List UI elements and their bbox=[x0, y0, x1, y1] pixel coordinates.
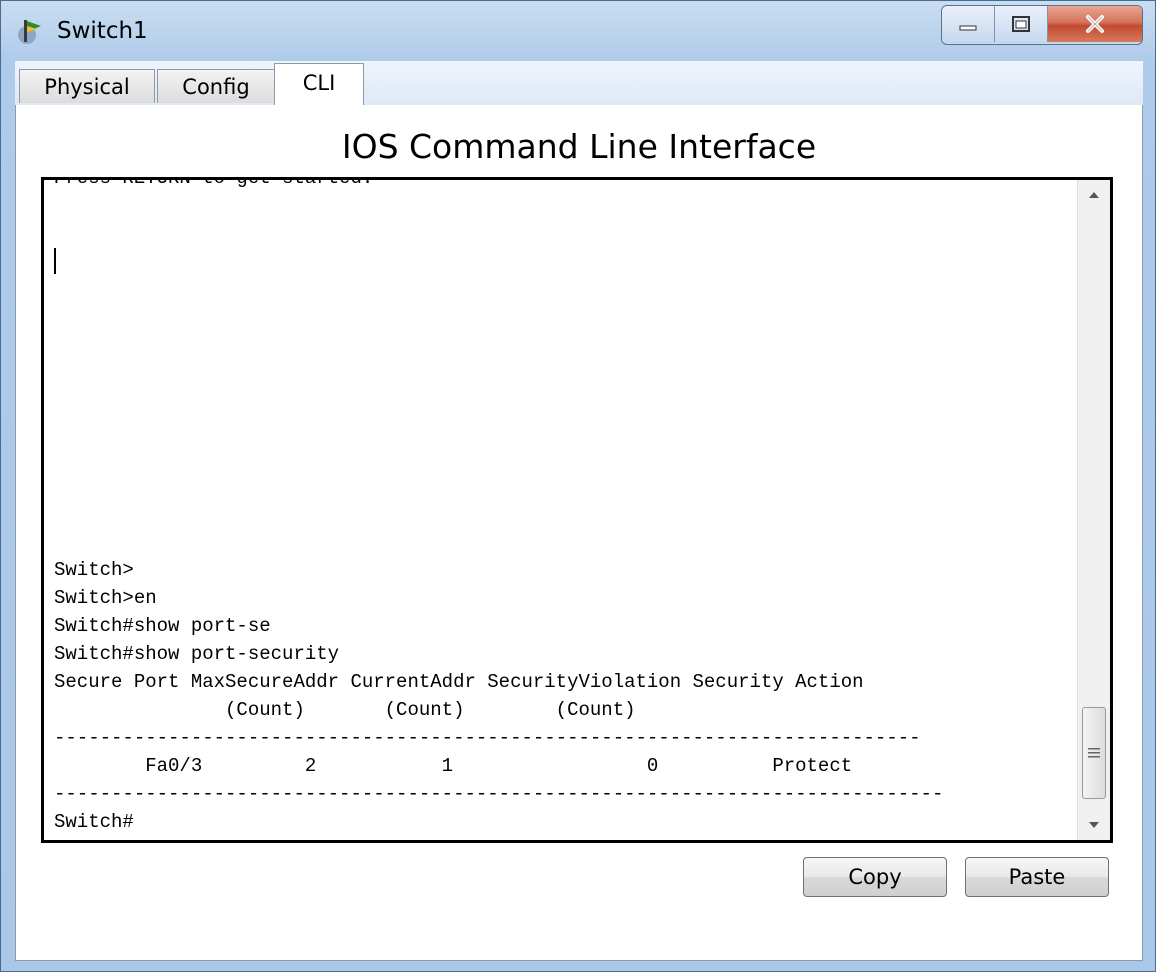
tab-physical[interactable]: Physical bbox=[19, 69, 155, 103]
close-button[interactable] bbox=[1048, 6, 1142, 42]
window-frame: Switch1 Physical Config CLI IOS Command … bbox=[0, 0, 1156, 972]
minimize-icon bbox=[959, 25, 977, 31]
window-controls bbox=[941, 5, 1143, 45]
terminal-line: Switch#show port-security bbox=[54, 643, 340, 665]
tab-bar: Physical Config CLI bbox=[15, 61, 1143, 105]
text-cursor bbox=[54, 248, 56, 274]
cli-terminal[interactable]: Press RETURN to get started. Switch> Switc… bbox=[41, 177, 1113, 843]
terminal-line: Secure Port MaxSecureAddr CurrentAddr Se… bbox=[54, 671, 864, 693]
paste-button[interactable]: Paste bbox=[965, 857, 1109, 897]
scrollbar-thumb[interactable] bbox=[1082, 707, 1106, 799]
switch-app-icon bbox=[18, 20, 41, 44]
cli-heading: IOS Command Line Interface bbox=[341, 127, 817, 166]
minimize-button[interactable] bbox=[942, 6, 995, 42]
close-icon bbox=[1086, 15, 1104, 33]
scroll-up-button[interactable] bbox=[1078, 180, 1110, 210]
tab-cli[interactable]: CLI bbox=[274, 63, 364, 105]
terminal-line: (Count) (Count) (Count) bbox=[54, 699, 636, 721]
scroll-up-icon bbox=[1089, 192, 1099, 198]
window-title: Switch1 bbox=[57, 18, 148, 44]
terminal-line: ----------------------------------------… bbox=[54, 727, 921, 749]
maximize-button[interactable] bbox=[995, 6, 1048, 42]
terminal-scrollbar[interactable] bbox=[1077, 180, 1110, 840]
client-area: Physical Config CLI IOS Command Line Int… bbox=[15, 61, 1143, 961]
terminal-line: Switch#show port-se bbox=[54, 615, 271, 637]
restore-icon bbox=[1012, 16, 1030, 32]
terminal-line: Press RETURN to get started. bbox=[54, 177, 374, 189]
terminal-line: ----------------------------------------… bbox=[54, 783, 944, 805]
terminal-line: Switch> bbox=[54, 559, 134, 581]
terminal-line: Switch>en bbox=[54, 587, 157, 609]
terminal-line: Switch# bbox=[54, 811, 134, 833]
scroll-down-button[interactable] bbox=[1078, 810, 1110, 840]
tab-config[interactable]: Config bbox=[157, 69, 275, 103]
title-bar[interactable]: Switch1 bbox=[1, 1, 1155, 61]
terminal-line: Fa0/3 2 1 0 Protect bbox=[54, 755, 853, 777]
terminal-output: Press RETURN to get started. Switch> Switc… bbox=[54, 177, 1074, 836]
scroll-down-icon bbox=[1089, 822, 1099, 828]
copy-button[interactable]: Copy bbox=[803, 857, 947, 897]
grip-icon bbox=[1088, 748, 1100, 758]
